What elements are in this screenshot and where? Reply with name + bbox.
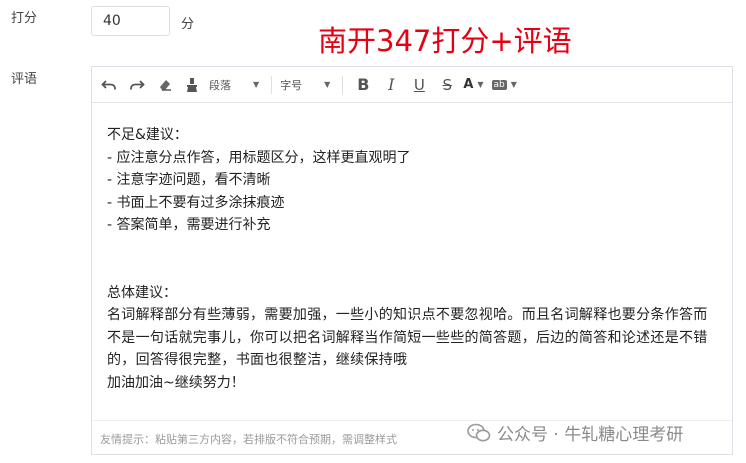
blank-space xyxy=(107,237,732,282)
toolbar-divider xyxy=(271,75,273,94)
watermark-title: 南开347打分+评语 xyxy=(318,24,572,58)
font-size-select-label: 字号 xyxy=(280,78,303,92)
closing-text: 加油加油~继续努力！ xyxy=(107,374,245,391)
italic-button[interactable]: I xyxy=(379,72,403,98)
shortcoming-item: - 答案简单，需要进行补充 xyxy=(107,217,271,233)
editor-toolbar: 段落 ▼ 字号 ▼ B I U S A ▼ ab ▼ xyxy=(92,67,732,103)
paste-hint: 友情提示：粘贴第三方内容，若排版不符合预期，需调整样式 xyxy=(100,433,397,446)
overall-heading: 总体建议： xyxy=(107,284,177,301)
shortcomings-heading: 不足&建议： xyxy=(107,127,188,143)
wechat-account-name: 公众号 · 牛轧糖心理考研 xyxy=(497,425,684,445)
toolbar-divider xyxy=(342,75,344,94)
chevron-down-icon: ▼ xyxy=(253,80,260,89)
wechat-watermark: 公众号 · 牛轧糖心理考研 xyxy=(467,420,683,445)
shortcoming-item: - 应注意分点作答，用标题区分，这样更直观明了 xyxy=(107,149,411,166)
wechat-icon xyxy=(467,423,491,441)
strikethrough-button[interactable]: S xyxy=(435,72,459,98)
shortcoming-item: - 注意字迹问题，看不清晰 xyxy=(107,172,271,188)
paragraph-select-label: 段落 xyxy=(209,78,231,92)
underline-button[interactable]: U xyxy=(407,72,431,98)
chevron-down-icon: ▼ xyxy=(510,80,517,89)
score-unit: 分 xyxy=(181,17,195,32)
chevron-down-icon: ▼ xyxy=(477,80,484,89)
bg-color-icon: ab xyxy=(491,79,507,90)
font-color-icon: A xyxy=(463,77,474,92)
format-painter-icon[interactable] xyxy=(181,72,205,98)
comment-editor[interactable]: 段落 ▼ 字号 ▼ B I U S A ▼ ab ▼ 不足&建议： - 应注意分… xyxy=(91,66,733,455)
editor-content[interactable]: 不足&建议： - 应注意分点作答，用标题区分，这样更直观明了 - 注意字迹问题，… xyxy=(92,103,732,394)
chevron-down-icon: ▼ xyxy=(324,80,331,89)
paragraph-select[interactable]: 段落 ▼ xyxy=(209,77,259,93)
font-size-select[interactable]: 字号 ▼ xyxy=(280,77,330,93)
comment-label: 评语 xyxy=(11,72,38,87)
bg-color-select[interactable]: ab ▼ xyxy=(491,79,517,90)
overall-text: 名词解释部分有些薄弱，需要加强，一些小的知识点不要忽视哈。而且名词解释也要分条作… xyxy=(107,307,708,368)
eraser-icon[interactable] xyxy=(153,72,177,98)
shortcoming-item: - 书面上不要有过多涂抹痕迹 xyxy=(107,194,285,211)
undo-icon[interactable] xyxy=(97,72,121,98)
score-label: 打分 xyxy=(11,11,38,26)
font-color-select[interactable]: A ▼ xyxy=(463,77,483,92)
score-input[interactable] xyxy=(91,6,170,36)
bold-button[interactable]: B xyxy=(351,72,375,98)
redo-icon[interactable] xyxy=(125,72,149,98)
